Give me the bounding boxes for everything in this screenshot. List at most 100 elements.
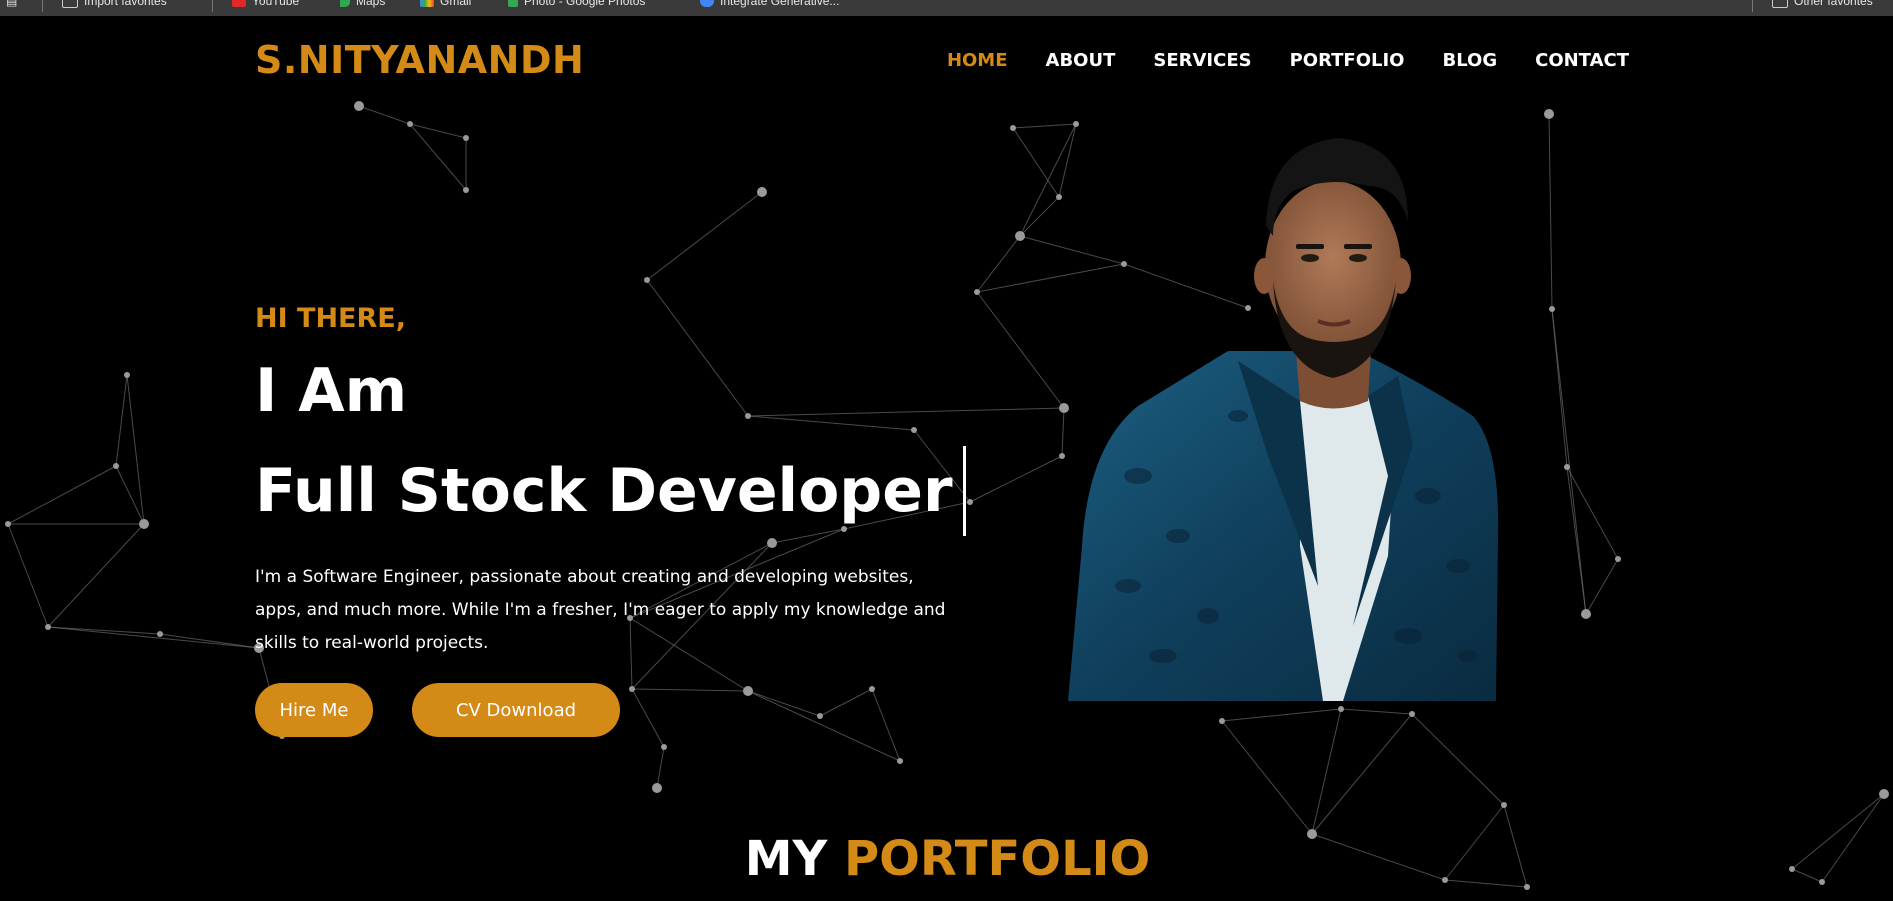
integrate-icon bbox=[700, 0, 714, 7]
network-edge bbox=[1221, 720, 1313, 835]
favorites-menu-icon[interactable]: ▤ bbox=[6, 0, 17, 8]
network-node bbox=[629, 686, 635, 692]
profile-photo bbox=[1068, 138, 1499, 701]
network-node bbox=[463, 135, 469, 141]
favorite-label: YouTube bbox=[252, 0, 300, 8]
network-edge bbox=[159, 633, 260, 649]
network-node bbox=[1338, 706, 1344, 712]
favorite-integrate[interactable]: Integrate Generative... bbox=[700, 0, 839, 8]
network-node bbox=[1219, 718, 1225, 724]
import-icon bbox=[62, 0, 78, 8]
favorite-label: Other favorites bbox=[1794, 0, 1873, 8]
network-node bbox=[767, 538, 777, 548]
network-edge bbox=[47, 523, 145, 628]
network-node bbox=[967, 499, 973, 505]
favorite-label: Gmail bbox=[440, 0, 472, 8]
network-edge bbox=[747, 407, 1065, 417]
network-node bbox=[974, 289, 980, 295]
hero-description: I'm a Software Engineer, passionate abou… bbox=[255, 567, 946, 653]
network-edge bbox=[631, 688, 665, 748]
network-node bbox=[661, 744, 667, 750]
network-node bbox=[1010, 125, 1016, 131]
folder-icon bbox=[1772, 0, 1788, 8]
network-node bbox=[5, 521, 11, 527]
network-edge bbox=[646, 279, 749, 417]
nav-blog[interactable]: BLOG bbox=[1442, 50, 1497, 71]
favorite-photos[interactable]: Photo - Google Photos bbox=[508, 0, 645, 8]
network-edge bbox=[646, 191, 763, 281]
favorite-maps[interactable]: Maps bbox=[340, 0, 385, 8]
network-node bbox=[407, 121, 413, 127]
network-node bbox=[1615, 556, 1621, 562]
hero-role-line: Full Stock Developer bbox=[255, 446, 966, 536]
favorite-other[interactable]: Other favorites bbox=[1772, 0, 1873, 8]
network-edge bbox=[1311, 708, 1342, 835]
nav-contact[interactable]: CONTACT bbox=[1535, 50, 1629, 71]
network-node bbox=[1015, 231, 1025, 241]
network-node bbox=[817, 713, 823, 719]
network-edge bbox=[1061, 407, 1065, 457]
network-node bbox=[743, 686, 753, 696]
network-edge bbox=[1566, 466, 1587, 615]
network-node bbox=[897, 758, 903, 764]
favorite-youtube[interactable]: YouTube bbox=[232, 0, 299, 8]
network-edge bbox=[7, 465, 117, 525]
gmail-icon bbox=[420, 0, 434, 7]
network-edge bbox=[126, 374, 145, 525]
hero-role: Full Stock Developer bbox=[255, 456, 953, 526]
hire-me-button[interactable]: Hire Me bbox=[255, 683, 373, 737]
nav-services[interactable]: SERVICES bbox=[1153, 50, 1251, 71]
network-edge bbox=[1012, 127, 1060, 198]
network-node bbox=[113, 463, 119, 469]
nav-about[interactable]: ABOUT bbox=[1046, 50, 1116, 71]
network-node bbox=[157, 631, 163, 637]
network-edge bbox=[969, 455, 1063, 503]
network-edge bbox=[1340, 708, 1413, 715]
favorite-import[interactable]: Import favorites bbox=[62, 0, 167, 8]
nav-portfolio[interactable]: PORTFOLIO bbox=[1290, 50, 1405, 71]
network-node bbox=[652, 783, 662, 793]
portfolio-section-title: MY PORTFOLIO bbox=[2, 831, 1893, 887]
network-edge bbox=[409, 123, 467, 191]
network-node bbox=[1059, 453, 1065, 459]
web-page: S.NITYANANDH HOME ABOUT SERVICES PORTFOL… bbox=[2, 16, 1893, 901]
network-edge bbox=[656, 746, 665, 789]
hero-intro: I Am bbox=[255, 356, 408, 426]
network-node bbox=[45, 624, 51, 630]
network-node bbox=[463, 187, 469, 193]
network-edge bbox=[115, 465, 145, 525]
network-node bbox=[1501, 802, 1507, 808]
favorite-label: Maps bbox=[356, 0, 386, 8]
network-node bbox=[644, 277, 650, 283]
network-edge bbox=[976, 235, 1021, 293]
network-node bbox=[354, 101, 364, 111]
nav-home[interactable]: HOME bbox=[947, 50, 1008, 71]
network-edge bbox=[358, 105, 411, 125]
network-node bbox=[124, 372, 130, 378]
network-edge bbox=[1551, 308, 1587, 615]
network-node bbox=[1544, 109, 1554, 119]
portfolio-title-prefix: MY bbox=[744, 831, 828, 887]
network-node bbox=[757, 187, 767, 197]
network-edge bbox=[1311, 713, 1413, 835]
network-node bbox=[745, 413, 751, 419]
cv-download-button[interactable]: CV Download bbox=[412, 683, 620, 737]
main-nav: HOME ABOUT SERVICES PORTFOLIO BLOG CONTA… bbox=[947, 50, 1629, 71]
favorites-divider bbox=[42, 0, 43, 12]
favorites-bar: ▤ Import favorites YouTube Maps Gmail Ph… bbox=[0, 0, 1893, 16]
network-edge bbox=[1012, 123, 1077, 129]
favorites-divider bbox=[212, 0, 213, 12]
site-logo[interactable]: S.NITYANANDH bbox=[255, 38, 584, 82]
typing-cursor bbox=[962, 446, 966, 536]
favorite-gmail[interactable]: Gmail bbox=[420, 0, 471, 8]
network-node bbox=[1879, 789, 1889, 799]
photos-icon bbox=[508, 0, 518, 7]
network-node bbox=[1056, 194, 1062, 200]
network-node bbox=[911, 427, 917, 433]
network-edge bbox=[409, 123, 467, 139]
network-edge bbox=[1019, 196, 1060, 237]
favorites-divider bbox=[1752, 0, 1753, 12]
maps-icon bbox=[340, 0, 350, 7]
network-edge bbox=[747, 415, 915, 431]
favorite-label: Import favorites bbox=[84, 0, 167, 8]
